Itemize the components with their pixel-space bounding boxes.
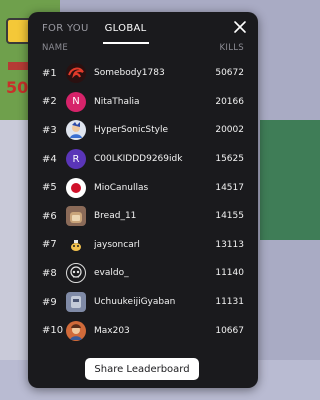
player-name: Somebody1783 — [94, 68, 165, 79]
avatar — [66, 292, 86, 313]
kills-count: 15625 — [215, 154, 244, 165]
rank: #4 — [42, 153, 57, 165]
leaderboard-row: #8 evaldo_ 11140 — [42, 259, 244, 288]
leaderboard-modal: FOR YOU GLOBAL NAME KILLS #1 Somebody178… — [28, 12, 258, 388]
kills-count: 11131 — [215, 297, 244, 308]
player-name: HyperSonicStyle — [94, 125, 169, 136]
avatar — [66, 263, 86, 284]
kills-count: 14517 — [215, 182, 244, 193]
character-icon — [70, 122, 82, 139]
rank: #1 — [42, 67, 57, 79]
leaderboard-row: #4 R C00LKIDDD9269idk 15625 — [42, 145, 244, 174]
avatar — [66, 63, 86, 84]
rank: #10 — [42, 325, 64, 337]
close-icon — [234, 21, 246, 33]
leaderboard-row: #10 Max203 10667 — [42, 316, 244, 345]
kills-count: 14155 — [215, 211, 244, 222]
leaderboard-row: #3 HyperSonicStyle 20002 — [42, 116, 244, 145]
leaderboard-row: #5 MioCanullas 14517 — [42, 173, 244, 202]
character-icon — [70, 323, 82, 340]
player-name: NitaThalia — [94, 96, 140, 107]
player-name: Max203 — [94, 325, 130, 336]
skull-icon — [70, 266, 82, 279]
share-leaderboard-button[interactable]: Share Leaderboard — [85, 358, 199, 380]
column-headers: NAME KILLS — [42, 43, 244, 53]
player-name: MioCanullas — [94, 182, 149, 193]
rank: #3 — [42, 124, 57, 136]
avatar — [66, 206, 86, 227]
avatar — [66, 177, 86, 198]
tab-global[interactable]: GLOBAL — [102, 18, 149, 44]
red-swirl-icon — [68, 67, 84, 79]
japan-flag-icon — [71, 182, 81, 193]
player-name: Bread_11 — [94, 211, 137, 222]
rank: #8 — [42, 267, 57, 279]
small-creature-icon — [71, 239, 81, 251]
player-name: jaysoncarl — [94, 239, 140, 250]
armor-icon — [71, 296, 81, 309]
avatar — [66, 234, 86, 255]
leaderboard-list: #1 Somebody1783 50672 #2 N NitaThalia 20… — [42, 59, 244, 345]
column-header-kills: KILLS — [219, 43, 244, 53]
rank: #7 — [42, 239, 57, 251]
avatar-letter-n: N — [66, 91, 86, 112]
kills-count: 50672 — [215, 68, 244, 79]
avatar-letter-r: R — [66, 149, 86, 170]
rank: #2 — [42, 96, 57, 108]
player-name: evaldo_ — [94, 268, 129, 279]
avatar — [66, 120, 86, 141]
leaderboard-row: #1 Somebody1783 50672 — [42, 59, 244, 88]
leaderboard-tabs: FOR YOU GLOBAL — [40, 18, 149, 44]
bg-green-panel-right — [260, 120, 320, 240]
column-header-name: NAME — [42, 43, 69, 53]
rank: #5 — [42, 182, 57, 194]
kills-count: 20166 — [215, 96, 244, 107]
leaderboard-row: #9 UchuukeijiGyaban 11131 — [42, 288, 244, 317]
kills-count: 20002 — [215, 125, 244, 136]
rank: #9 — [42, 296, 57, 308]
leaderboard-row: #6 Bread_11 14155 — [42, 202, 244, 231]
kills-count: 11140 — [215, 268, 244, 279]
leaderboard-row: #7 jaysoncarl 13113 — [42, 231, 244, 260]
player-name: C00LKIDDD9269idk — [94, 154, 183, 165]
bread-icon — [70, 212, 82, 224]
kills-count: 10667 — [215, 325, 244, 336]
player-name: UchuukeijiGyaban — [94, 297, 176, 308]
tab-for-you[interactable]: FOR YOU — [40, 18, 91, 44]
hud-text: 50 — [6, 78, 29, 97]
leaderboard-row: #2 N NitaThalia 20166 — [42, 88, 244, 117]
kills-count: 13113 — [215, 239, 244, 250]
close-button[interactable] — [232, 19, 248, 35]
rank: #6 — [42, 210, 57, 222]
avatar — [66, 320, 86, 341]
